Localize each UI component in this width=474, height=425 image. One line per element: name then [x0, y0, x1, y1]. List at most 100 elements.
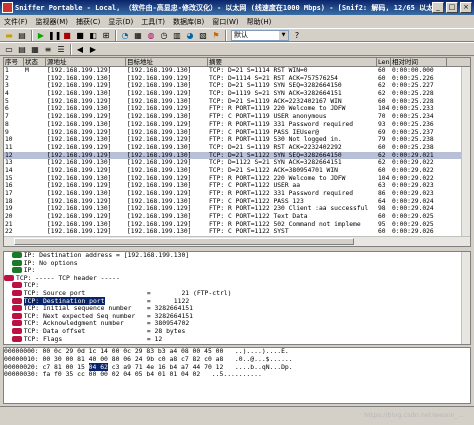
hex-gap — [223, 348, 231, 355]
detail-line[interactable]: TCP: ----- TCP header ----- — [4, 274, 470, 283]
menu-monitor[interactable]: 监视器(M) — [36, 17, 69, 27]
detail-line[interactable]: IP: No options — [4, 259, 470, 268]
filter-select[interactable]: 默认 ▼ — [231, 29, 289, 41]
summary-vertical-scrollbar[interactable] — [461, 67, 470, 236]
menu-help[interactable]: 帮助(H) — [247, 17, 272, 27]
table-row[interactable]: 1 M [192.168.199.129] [192.168.199.130] TCP:… — [4, 67, 470, 75]
dashboard-icon[interactable]: ◔ — [119, 30, 131, 41]
menu-capture[interactable]: 捕获(C) — [76, 17, 100, 27]
close-button[interactable]: × — [460, 2, 472, 13]
window-title: Sniffer Portable - Local, （软件由-高显忠-修改汉化）… — [15, 3, 432, 12]
menu-display[interactable]: 显示(D) — [108, 17, 133, 27]
cell-number: 6 — [5, 105, 9, 113]
detail-line[interactable]: TCP: Flags = 12 — [4, 335, 470, 344]
chevron-down-icon[interactable]: ▼ — [279, 30, 288, 40]
cell-source: [192.168.199.130] — [47, 174, 112, 182]
cell-summary: FTP: C PORT=1119 USER anonymous — [209, 113, 327, 121]
col-summary-header[interactable]: 摘要 — [208, 58, 377, 66]
table-row[interactable]: 20 [192.168.199.129] [192.168.199.130] FTP:… — [4, 213, 470, 221]
table-row[interactable]: 15 [192.168.199.130] [192.168.199.129] FTP:… — [4, 175, 470, 183]
next-frame-icon[interactable]: ▶ — [87, 44, 99, 55]
table-row[interactable]: 4 [192.168.199.130] [192.168.199.129] TCP: … — [4, 90, 470, 98]
col-destination-header[interactable]: 目标地址 — [126, 58, 208, 66]
table-row[interactable]: 14 [192.168.199.129] [192.168.199.130] TCP:… — [4, 167, 470, 175]
expert-view-icon[interactable]: ☰ — [55, 44, 67, 55]
cell-length: 64 — [378, 197, 386, 205]
alarm-log-icon[interactable]: ⚑ — [210, 30, 222, 41]
help-icon[interactable]: ? — [291, 30, 303, 41]
protocol-distribution-icon[interactable]: ◕ — [184, 30, 196, 41]
table-row[interactable]: 17 [192.168.199.130] [192.168.199.129] FTP:… — [4, 190, 470, 198]
table-row[interactable]: 5 [192.168.199.129] [192.168.199.130] TCP: … — [4, 98, 470, 106]
table-row[interactable]: 3 [192.168.199.129] [192.168.199.130] TCP: … — [4, 82, 470, 90]
maximize-button[interactable]: □ — [446, 2, 458, 13]
table-row[interactable]: 10 [192.168.199.130] [192.168.199.129] FTP:… — [4, 136, 470, 144]
table-row[interactable]: 22 [192.168.199.129] [192.168.199.130] FTP:… — [4, 228, 470, 236]
menu-bar: 文件(F) 监视器(M) 捕获(C) 显示(D) 工具(T) 数据库(B) 窗口… — [0, 15, 474, 28]
menu-database[interactable]: 数据库(B) — [173, 17, 204, 27]
detail-padding — [62, 335, 147, 343]
print-icon[interactable]: ▤ — [16, 30, 28, 41]
col-length-header[interactable]: Len(字节) — [377, 58, 391, 66]
menu-tools[interactable]: 工具(T) — [141, 17, 165, 27]
pause-capture-icon[interactable]: ❚❚ — [48, 30, 61, 41]
matrix-icon[interactable]: ◍ — [145, 30, 157, 41]
table-row[interactable]: 12 [192.168.199.129] [192.168.199.130] TCP:… — [4, 151, 470, 160]
col-status-header[interactable]: 状态 — [24, 58, 46, 66]
table-row[interactable]: 16 [192.168.199.129] [192.168.199.130] FTP:… — [4, 182, 470, 190]
cell-source: [192.168.199.130] — [47, 205, 112, 213]
cell-number: 10 — [5, 136, 13, 144]
cell-summary: TCP: D=21 S=1122 SYN SEQ=3282664150 — [209, 151, 342, 159]
open-file-icon[interactable]: ▬ — [3, 30, 15, 41]
cell-summary: FTP: R PORT=1122 331 Password required — [209, 190, 354, 197]
hex-line[interactable]: 00000030: fa f0 35 cc 00 00 02 04 05 b4 … — [4, 370, 470, 379]
table-row[interactable]: 19 [192.168.199.130] [192.168.199.129] FTP:… — [4, 205, 470, 213]
tcp-layer-icon — [11, 297, 22, 304]
tcp-collapse-icon[interactable] — [4, 274, 14, 281]
decode-view-icon[interactable]: ▭ — [3, 44, 15, 55]
table-row[interactable]: 21 [192.168.199.130] [192.168.199.129] FTP:… — [4, 221, 470, 229]
cell-source: [192.168.199.129] — [47, 166, 112, 174]
col-number-header[interactable]: 序号 — [4, 58, 24, 66]
stop-capture-icon[interactable]: ■ — [61, 30, 73, 41]
detail-view-icon[interactable]: ▤ — [16, 44, 28, 55]
host-table-icon[interactable]: ▦ — [132, 30, 144, 41]
cell-status — [24, 129, 46, 137]
summary-horizontal-scrollbar[interactable] — [4, 236, 470, 246]
col-time-header[interactable]: 相对时间 — [391, 58, 447, 66]
history-samples-icon[interactable]: ▥ — [171, 30, 183, 41]
table-row[interactable]: 13 [192.168.199.130] [192.168.199.129] TCP:… — [4, 159, 470, 167]
table-row[interactable]: 7 [192.168.199.129] [192.168.199.130] FTP: … — [4, 113, 470, 121]
col-source-header[interactable]: 源地址 — [46, 58, 126, 66]
start-capture-icon[interactable]: ▶ — [35, 30, 47, 41]
summary-scroll-thumb[interactable] — [14, 238, 354, 245]
cell-length: 104 — [378, 174, 390, 182]
global-statistics-icon[interactable]: ▧ — [197, 30, 209, 41]
define-filter-icon[interactable]: ⊞ — [100, 30, 112, 41]
menu-file[interactable]: 文件(F) — [4, 17, 28, 27]
table-row[interactable]: 6 [192.168.199.130] [192.168.199.129] FTP: … — [4, 105, 470, 113]
application-response-icon[interactable]: ◷ — [158, 30, 170, 41]
table-row[interactable]: 11 [192.168.199.129] [192.168.199.130] TCP:… — [4, 144, 470, 152]
cell-length: 86 — [378, 190, 386, 197]
cell-number: 4 — [5, 90, 9, 98]
cell-destination: [192.168.199.130] — [127, 228, 192, 236]
table-row[interactable]: 18 [192.168.199.129] [192.168.199.130] FTP:… — [4, 198, 470, 206]
summary-rows: 1 M [192.168.199.129] [192.168.199.130] TCP:… — [4, 67, 470, 246]
minimize-button[interactable]: _ — [432, 2, 444, 13]
cell-source: [192.168.199.130] — [47, 136, 112, 144]
summary-view-icon[interactable]: ≡ — [42, 44, 54, 55]
menu-window[interactable]: 窗口(W) — [212, 17, 238, 27]
cell-summary: TCP: D=21 S=1119 ACK=2232402167 WIN — [209, 97, 342, 105]
detail-vertical-scrollbar[interactable] — [461, 252, 470, 344]
display-icon[interactable]: ◧ — [87, 30, 99, 41]
hex-view-icon[interactable]: ▦ — [29, 44, 41, 55]
previous-frame-icon[interactable]: ◀ — [74, 44, 86, 55]
stop-and-display-icon[interactable]: ■ — [74, 30, 86, 41]
table-row[interactable]: 8 [192.168.199.130] [192.168.199.129] FTP: … — [4, 121, 470, 129]
table-row[interactable]: 2 [192.168.199.130] [192.168.199.129] TCP: … — [4, 75, 470, 83]
cell-source: [192.168.199.129] — [47, 182, 112, 190]
cell-status — [24, 221, 46, 229]
tcp-layer-icon — [11, 327, 22, 334]
table-row[interactable]: 9 [192.168.199.129] [192.168.199.130] FTP: … — [4, 129, 470, 137]
